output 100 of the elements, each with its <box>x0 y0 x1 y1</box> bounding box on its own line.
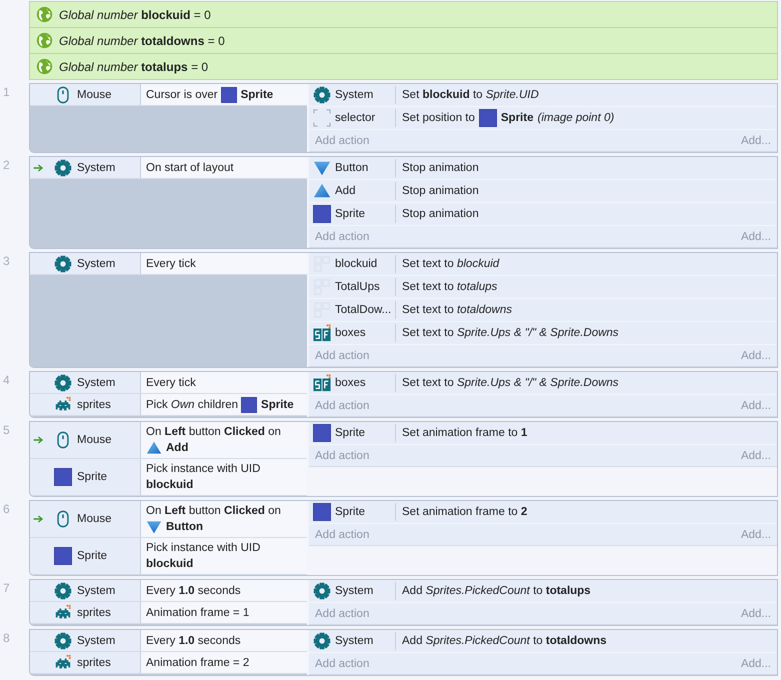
object-cell[interactable]: Sprite <box>48 459 141 495</box>
object-name: System <box>77 376 116 388</box>
target-name: Sprite <box>500 112 534 124</box>
object-cell[interactable]: Mouse <box>48 422 141 458</box>
action-row[interactable]: TotalDow... Set text to totaldowns <box>309 299 777 322</box>
globe-icon <box>36 32 53 49</box>
global-variable-row[interactable]: Global number blockuid = 0 <box>29 1 778 28</box>
action-row[interactable]: blockuid Set text to blockuid <box>309 253 777 276</box>
condition-cell[interactable]: Pick instance with UID blockuid <box>141 538 307 574</box>
action-row[interactable]: TotalUps Set text to totalups <box>309 276 777 299</box>
condition-cell[interactable]: Pick Own children Sprite <box>141 394 307 415</box>
sprite-icon <box>478 109 497 127</box>
object-name: boxes <box>335 327 366 339</box>
condition-cell[interactable]: On Left button Clicked on Add <box>141 422 307 458</box>
action-row[interactable]: Sprite Set animation frame to 2 <box>309 501 777 524</box>
action-row[interactable]: Button Stop animation <box>309 157 777 180</box>
globe-icon <box>36 6 53 23</box>
target-name: Button <box>166 520 204 535</box>
object-cell[interactable]: Sprite <box>48 538 141 574</box>
action-text: Set text to blockuid <box>402 258 500 270</box>
object-name: Button <box>335 162 368 174</box>
target-name: Sprite <box>240 88 274 102</box>
event-number: 8 <box>2 630 11 647</box>
action-row[interactable]: selector Set position to Sprite (image point 0) <box>309 107 777 130</box>
target-name: Add <box>166 441 188 456</box>
condition-cell[interactable]: On Left button Clicked on Button <box>141 501 307 537</box>
object-cell[interactable]: System <box>48 157 141 178</box>
object-cell[interactable]: sprites <box>48 652 141 673</box>
action-row[interactable]: Sprite Set animation frame to 1 <box>309 422 777 445</box>
event-number: 6 <box>2 501 11 518</box>
object-cell[interactable]: System <box>48 253 141 274</box>
object-name: Sprite <box>335 208 366 220</box>
invader-icon <box>54 654 72 672</box>
action-row[interactable]: boxes Set text to Sprite.Ups & "/" & Sprite.Downs <box>309 372 777 395</box>
globe-icon <box>36 58 53 75</box>
object-cell[interactable]: sprites <box>48 394 141 415</box>
variable-text: Global number blockuid = 0 <box>59 8 211 22</box>
object-cell[interactable]: Mouse <box>48 84 141 105</box>
object-name: Mouse <box>77 88 112 100</box>
action-row[interactable]: System Set blockuid to Sprite.UID <box>309 84 777 107</box>
action-row[interactable]: Sprite Stop animation <box>309 203 777 226</box>
global-variable-row[interactable]: Global number totalups = 0 <box>29 54 778 80</box>
condition-cell[interactable]: Every tick <box>141 372 307 393</box>
invader-icon <box>54 604 72 622</box>
condition-cell[interactable]: Every 1.0 seconds <box>141 580 307 601</box>
object-name: System <box>77 162 116 174</box>
object-name: sprites <box>77 606 111 618</box>
object-cell[interactable]: System <box>48 630 141 651</box>
condition-text: Pick Own children <box>146 398 238 412</box>
event-number: 1 <box>2 84 11 101</box>
gear-icon <box>54 254 72 272</box>
condition-text: On Left button Clicked on <box>146 504 281 519</box>
action-text: Set animation frame to 2 <box>402 506 528 518</box>
condition-cell[interactable]: Every 1.0 seconds <box>141 630 307 651</box>
gear-icon <box>313 86 331 104</box>
condition-text: Pick instance with UID blockuid <box>146 462 262 493</box>
condition-cell[interactable]: Cursor is over Sprite <box>141 84 307 105</box>
action-text: Stop animation <box>402 162 479 174</box>
action-row[interactable]: Add Stop animation <box>309 180 777 203</box>
condition-cell[interactable]: Animation frame = 2 <box>141 652 307 673</box>
object-name: Mouse <box>77 434 112 446</box>
condition-cell[interactable]: Every tick <box>141 253 307 274</box>
variable-text: Global number totalups = 0 <box>59 60 208 74</box>
action-text: Stop animation <box>402 208 479 220</box>
object-name: sprites <box>77 656 111 668</box>
object-name: Sprite <box>77 550 108 562</box>
action-text: Stop animation <box>402 185 479 197</box>
object-cell[interactable]: System <box>48 372 141 393</box>
object-name: selector <box>335 112 376 124</box>
condition-cell[interactable]: Animation frame = 1 <box>141 602 307 623</box>
condition-cell[interactable]: Pick instance with UID blockuid <box>141 459 307 495</box>
action-text: Add Sprites.PickedCount to totaldowns <box>402 635 607 647</box>
variable-text: Global number totaldowns = 0 <box>59 34 225 48</box>
object-cell[interactable]: Mouse <box>48 501 141 537</box>
gear-icon <box>54 374 72 392</box>
action-row[interactable]: System Add Sprites.PickedCount to totaldowns <box>309 630 777 653</box>
condition-text: Every tick <box>146 376 196 390</box>
object-cell[interactable]: System <box>48 580 141 601</box>
sprite-icon <box>54 468 72 486</box>
global-variable-row[interactable]: Global number totaldowns = 0 <box>29 28 778 54</box>
condition-cell[interactable]: On start of layout <box>141 157 307 178</box>
condition-text: Animation frame = 1 <box>146 606 250 620</box>
action-text: Set animation frame to 1 <box>402 427 528 439</box>
condition-text: On Left button Clicked on <box>146 425 281 440</box>
action-row[interactable]: boxes Set text to Sprite.Ups & "/" & Sprite.Downs <box>309 322 777 345</box>
object-cell[interactable]: sprites <box>48 602 141 623</box>
object-name: sprites <box>77 398 111 410</box>
object-name: System <box>335 89 374 101</box>
invader-icon <box>54 396 72 414</box>
action-text: Set text to Sprite.Ups & "/" & Sprite.Downs <box>402 327 619 339</box>
sprite-font-icon <box>313 324 331 342</box>
action-text: Add Sprites.PickedCount to totalups <box>402 585 591 597</box>
object-name: TotalDow... <box>335 304 392 316</box>
event-number: 3 <box>2 253 11 270</box>
action-row[interactable]: System Add Sprites.PickedCount to totalups <box>309 580 777 603</box>
object-name: System <box>335 635 374 647</box>
triangle-up-icon <box>146 440 162 456</box>
action-text: Set blockuid to Sprite.UID <box>402 89 539 101</box>
object-name: TotalUps <box>335 281 380 293</box>
action-text: Set text to totaldowns <box>402 304 512 316</box>
